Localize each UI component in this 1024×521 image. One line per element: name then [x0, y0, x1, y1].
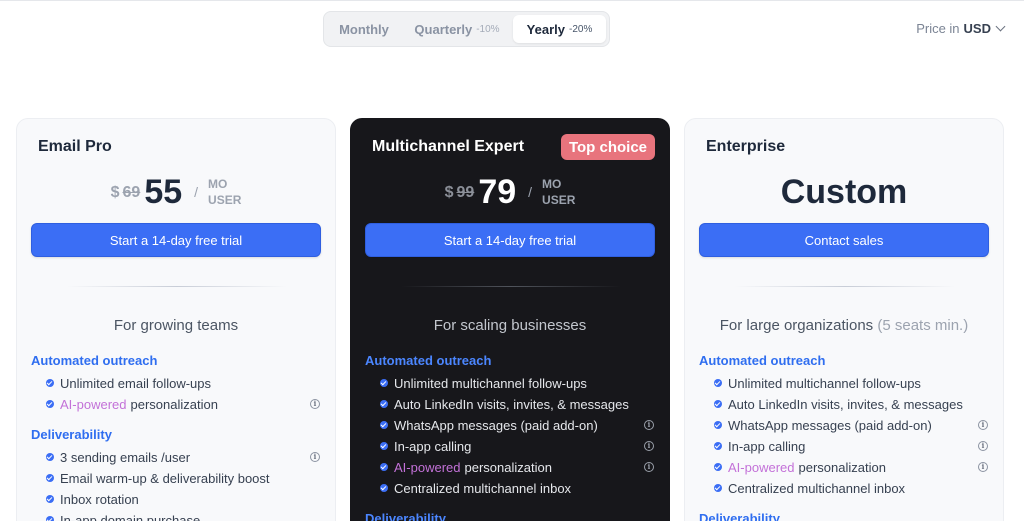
- feature-item: Unlimited email follow-ups: [46, 373, 326, 393]
- feature-item: AI-powered personalization i: [46, 394, 326, 414]
- ai-powered-label: AI-powered: [394, 459, 461, 475]
- check-circle-icon: [714, 442, 722, 450]
- billing-option-yearly[interactable]: Yearly -20%: [513, 15, 606, 43]
- feature-item: Auto LinkedIn visits, invites, & message…: [714, 394, 994, 414]
- section-title-deliverability: Deliverability: [31, 427, 112, 442]
- seats-note: (5 seats min.): [877, 317, 969, 334]
- currency-selector[interactable]: Price in USD: [916, 21, 1006, 36]
- check-circle-icon: [380, 400, 388, 408]
- info-icon[interactable]: i: [978, 462, 988, 472]
- check-circle-icon: [714, 421, 722, 429]
- feature-item: Centralized multichannel inbox: [714, 478, 994, 498]
- currency-symbol: $: [110, 184, 120, 201]
- info-icon[interactable]: i: [310, 399, 320, 409]
- info-icon[interactable]: i: [644, 441, 654, 451]
- section-title-automated-outreach: Automated outreach: [699, 353, 826, 368]
- feature-item: In-app calling i: [380, 436, 660, 456]
- plan-tagline: For scaling businesses: [433, 317, 587, 334]
- divider: [67, 286, 287, 287]
- new-price: 55: [144, 172, 183, 211]
- feature-item: Inbox rotation: [46, 489, 326, 509]
- check-circle-icon: [380, 379, 388, 387]
- check-circle-icon: [46, 453, 54, 461]
- divider: [735, 286, 955, 287]
- check-circle-icon: [380, 484, 388, 492]
- info-icon[interactable]: i: [644, 462, 654, 472]
- billing-option-quarterly[interactable]: Quarterly -10%: [401, 15, 513, 43]
- contact-sales-button[interactable]: Contact sales: [699, 223, 989, 257]
- section-title-automated-outreach: Automated outreach: [365, 353, 492, 368]
- check-circle-icon: [714, 400, 722, 408]
- section-title-deliverability: Deliverability: [699, 511, 780, 521]
- feature-item: Unlimited multichannel follow-ups: [380, 373, 660, 393]
- info-icon[interactable]: i: [310, 452, 320, 462]
- section-title-deliverability: Deliverability: [365, 511, 446, 521]
- old-price: 69: [122, 184, 141, 201]
- feature-item: AI-powered personalization i: [714, 457, 994, 477]
- check-circle-icon: [714, 379, 722, 387]
- feature-item: Email warm-up & deliverability boost: [46, 468, 326, 488]
- plan-tagline: For growing teams: [113, 317, 239, 334]
- currency-code: USD: [963, 21, 991, 36]
- billing-option-monthly[interactable]: Monthly: [327, 15, 401, 43]
- plan-card-multichannel-expert: Multichannel Expert Top choice $ 99 79 /…: [350, 118, 670, 521]
- feature-item: AI-powered personalization i: [380, 457, 660, 477]
- price-row: $ 99 79 / MO USER: [351, 171, 669, 213]
- info-icon[interactable]: i: [644, 420, 654, 430]
- discount-label: -10%: [476, 23, 500, 35]
- top-border: [0, 0, 1024, 1]
- price-slash: /: [528, 184, 533, 200]
- start-trial-button[interactable]: Start a 14-day free trial: [31, 223, 321, 257]
- custom-price: Custom: [780, 172, 908, 211]
- check-circle-icon: [46, 516, 54, 521]
- ai-powered-label: AI-powered: [60, 396, 127, 412]
- info-icon[interactable]: i: [978, 420, 988, 430]
- price-row: $ 69 55 / MO USER: [17, 171, 335, 213]
- new-price: 79: [478, 172, 517, 211]
- check-circle-icon: [380, 442, 388, 450]
- plan-name: Email Pro: [38, 138, 112, 155]
- info-icon[interactable]: i: [978, 441, 988, 451]
- price-unit: MO USER: [542, 177, 576, 207]
- billing-period-toggle: Monthly Quarterly -10% Yearly -20%: [323, 11, 610, 47]
- check-circle-icon: [46, 495, 54, 503]
- top-choice-badge: Top choice: [560, 134, 655, 160]
- feature-item: Auto LinkedIn visits, invites, & message…: [380, 394, 660, 414]
- chevron-down-icon: [995, 21, 1006, 32]
- plan-name: Multichannel Expert: [372, 138, 525, 155]
- check-circle-icon: [714, 463, 722, 471]
- feature-item: Centralized multichannel inbox: [380, 478, 660, 498]
- currency-symbol: $: [444, 184, 454, 201]
- start-trial-button[interactable]: Start a 14-day free trial: [365, 223, 655, 257]
- check-circle-icon: [380, 421, 388, 429]
- plan-name: Enterprise: [706, 138, 786, 155]
- divider: [401, 286, 621, 287]
- price-slash: /: [194, 184, 199, 200]
- plan-card-email-pro: Email Pro $ 69 55 / MO USER Start a 14-d…: [16, 118, 336, 521]
- check-circle-icon: [714, 484, 722, 492]
- feature-item: Unlimited multichannel follow-ups: [714, 373, 994, 393]
- plan-tagline: For large organizations (5 seats min.): [719, 317, 969, 334]
- currency-prefix: Price in: [916, 21, 960, 36]
- feature-item: In-app domain purchase: [46, 510, 326, 521]
- feature-item: In-app calling i: [714, 436, 994, 456]
- ai-powered-label: AI-powered: [728, 459, 795, 475]
- check-circle-icon: [46, 400, 54, 408]
- old-price: 99: [456, 184, 475, 201]
- feature-item: 3 sending emails /user i: [46, 447, 326, 467]
- feature-item: WhatsApp messages (paid add-on) i: [380, 415, 660, 435]
- price-row: Custom: [685, 171, 1003, 213]
- section-title-automated-outreach: Automated outreach: [31, 353, 158, 368]
- check-circle-icon: [46, 474, 54, 482]
- discount-label: -20%: [568, 23, 593, 35]
- check-circle-icon: [46, 379, 54, 387]
- price-unit: MO USER: [208, 177, 242, 207]
- plan-card-enterprise: Enterprise Custom Contact sales For larg…: [684, 118, 1004, 521]
- feature-item: WhatsApp messages (paid add-on) i: [714, 415, 994, 435]
- check-circle-icon: [380, 463, 388, 471]
